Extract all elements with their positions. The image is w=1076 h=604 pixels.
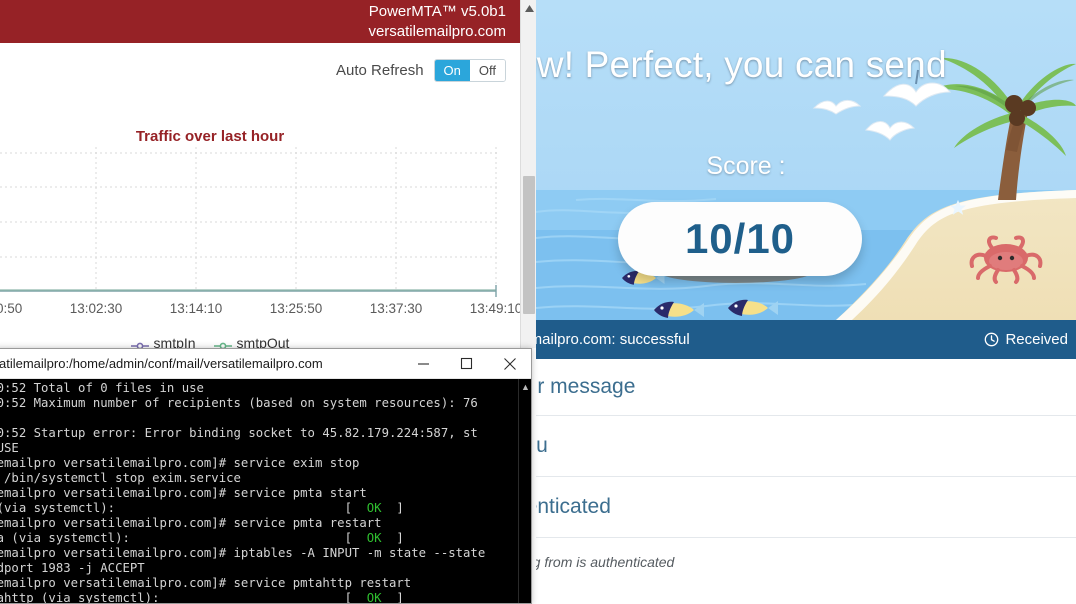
result-text: our message <box>536 375 636 398</box>
auto-refresh-control: Auto Refresh On Off <box>336 59 506 82</box>
powermta-body: Auto Refresh On Off Traffic over last ho… <box>0 43 520 351</box>
traffic-chart[interactable]: 0:50 13:02:30 13:14:10 13:25:50 13:37:30… <box>0 147 520 347</box>
chart-title: Traffic over last hour <box>135 128 285 145</box>
powermta-scrollbar[interactable] <box>520 0 536 348</box>
terminal-window: atilemailpro:/home/admin/conf/mail/versa… <box>0 348 532 604</box>
svg-text:13:14:10: 13:14:10 <box>170 301 223 316</box>
terminal-title-path: atilemailpro:/home/admin/conf/mail/versa… <box>0 356 323 371</box>
score-label: Score : <box>706 152 786 180</box>
chevron-up-icon[interactable] <box>521 0 536 17</box>
result-note-text: ding from is authenticated <box>536 554 675 570</box>
tester-headline: ow! Perfect, you can send <box>536 44 947 85</box>
maximize-icon[interactable] <box>445 349 488 379</box>
list-item[interactable]: you <box>536 416 1076 477</box>
svg-text:13:02:30: 13:02:30 <box>70 301 123 316</box>
close-icon[interactable] <box>488 349 531 379</box>
auto-refresh-label: Auto Refresh <box>336 62 424 79</box>
list-item[interactable]: henticated <box>536 477 1076 538</box>
powermta-header: PowerMTA™ v5.0b1 versatilemailpro.com <box>0 0 520 43</box>
auto-refresh-off-button[interactable]: Off <box>469 60 505 81</box>
score-value: 10/10 <box>684 215 796 262</box>
list-item[interactable]: our message <box>536 359 1076 416</box>
svg-text:13:25:50: 13:25:50 <box>270 301 323 316</box>
result-text: henticated <box>536 495 611 518</box>
minimize-icon[interactable] <box>402 349 445 379</box>
received-label: Received <box>1005 331 1068 348</box>
legend-marker-icon <box>213 338 232 350</box>
screen: ow! Perfect, you can send Score : 10/10 … <box>0 0 1076 604</box>
svg-text:13:49:10: 13:49:10 <box>470 301 520 316</box>
status-bar-received: Received <box>984 331 1070 348</box>
status-bar-message: lemailpro.com: successful <box>536 331 690 348</box>
powermta-host: versatilemailpro.com <box>368 23 506 40</box>
auto-refresh-toggle[interactable]: On Off <box>433 59 506 82</box>
scrollbar-thumb[interactable] <box>523 176 535 314</box>
terminal-scrollbar[interactable]: ▲ <box>518 379 531 603</box>
svg-text:13:37:30: 13:37:30 <box>370 301 423 316</box>
powermta-brand: PowerMTA™ v5.0b1 <box>368 3 506 20</box>
mail-tester-panel: ow! Perfect, you can send Score : 10/10 … <box>536 0 1076 604</box>
terminal-screen[interactable]: 11:50:52 Total of 0 files in use 11:50:5… <box>0 379 531 603</box>
status-bar: lemailpro.com: successful Received <box>536 320 1076 359</box>
results-list: our message you henticated ding from is … <box>536 359 1076 578</box>
clock-icon <box>984 332 999 347</box>
chevron-up-icon[interactable]: ▲ <box>519 380 531 394</box>
legend-marker-icon <box>130 338 149 350</box>
result-note: ding from is authenticated <box>536 538 1076 578</box>
terminal-title-bar[interactable]: atilemailpro:/home/admin/conf/mail/versa… <box>0 349 531 379</box>
score-badge: 10/10 <box>618 202 862 276</box>
auto-refresh-on-button[interactable]: On <box>434 60 470 81</box>
svg-text:0:50: 0:50 <box>0 301 22 316</box>
terminal-output: 11:50:52 Total of 0 files in use 11:50:5… <box>0 381 486 603</box>
window-controls <box>402 349 531 379</box>
traffic-chart-svg: 0:50 13:02:30 13:14:10 13:25:50 13:37:30… <box>0 147 520 316</box>
result-text: you <box>536 434 548 457</box>
